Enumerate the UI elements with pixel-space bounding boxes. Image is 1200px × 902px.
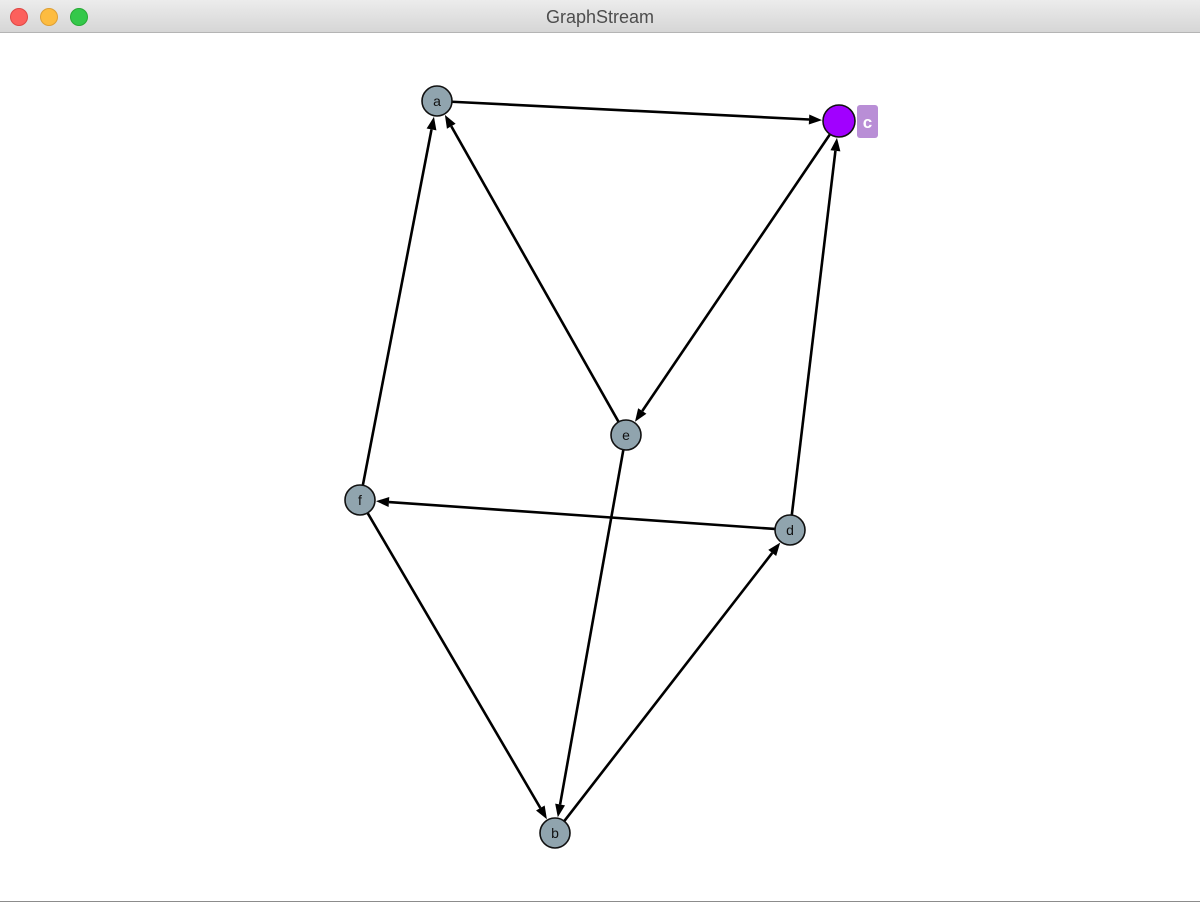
edge-f-a (361, 116, 437, 486)
edge-arrowhead (830, 137, 841, 152)
node-label-d: d (786, 522, 794, 538)
title-bar[interactable]: GraphStream (0, 0, 1200, 33)
edge-arrowhead (555, 803, 566, 818)
edge-arrowhead (536, 805, 547, 820)
edge-line (450, 125, 620, 423)
edge-d-f (375, 497, 776, 531)
node-b[interactable]: b (539, 817, 571, 849)
edges-layer (361, 100, 841, 822)
edge-e-a (444, 114, 620, 423)
edge-d-c (790, 137, 841, 516)
edge-line (790, 150, 837, 516)
node-label-f: f (358, 492, 362, 508)
edge-arrowhead (375, 497, 390, 508)
edge-c-e (634, 132, 832, 422)
node-c[interactable]: c (822, 104, 878, 138)
edge-arrowhead (444, 114, 456, 129)
edge-arrowhead (634, 408, 647, 422)
node-e[interactable]: e (610, 419, 642, 451)
node-label-b: b (551, 825, 559, 841)
window-title: GraphStream (545, 7, 655, 27)
edge-line (451, 100, 810, 121)
node-a[interactable]: a (421, 85, 453, 117)
edge-line (563, 552, 774, 822)
edge-line (361, 129, 433, 486)
edge-a-c (451, 100, 823, 125)
edge-line (641, 132, 832, 412)
graphstream-window: GraphStream a b c d e f (0, 0, 1200, 902)
edge-b-d (563, 542, 781, 822)
node-f[interactable]: f (344, 484, 376, 516)
selected-node-circle[interactable] (822, 104, 856, 138)
node-label-c: c (863, 113, 872, 132)
graph-canvas[interactable]: a b c d e f (0, 33, 1200, 901)
node-label-a: a (433, 93, 441, 109)
edge-line (558, 449, 625, 805)
edge-arrowhead (808, 114, 823, 125)
edge-line (388, 500, 776, 531)
node-d[interactable]: d (774, 514, 806, 546)
node-label-e: e (622, 427, 630, 443)
edge-arrowhead (426, 116, 437, 131)
edge-f-b (366, 512, 547, 820)
edge-e-b (555, 449, 625, 818)
edge-line (366, 512, 542, 809)
